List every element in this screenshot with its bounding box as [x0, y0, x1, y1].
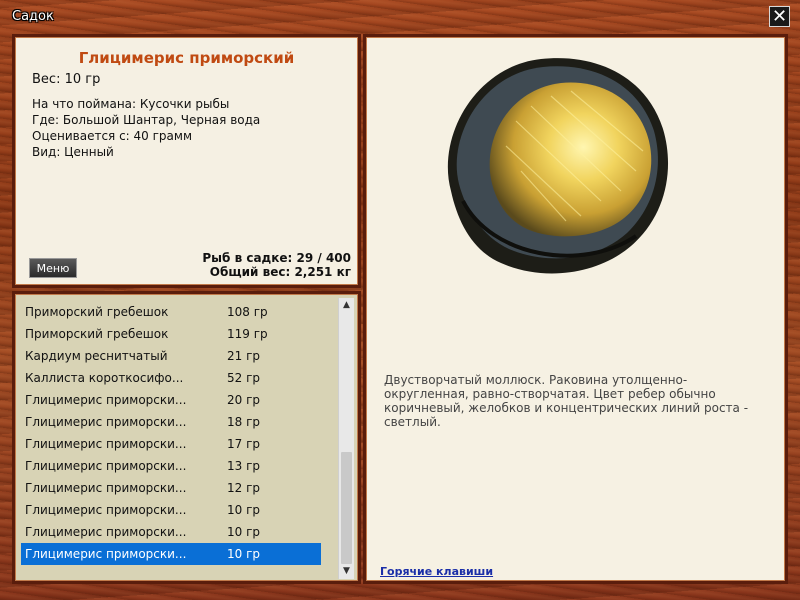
catch-item-weight: 20 гр: [227, 393, 261, 407]
catch-item-weight: 12 гр: [227, 481, 261, 495]
catch-item-name: Глицимерис приморски...: [25, 481, 187, 495]
catch-list-item[interactable]: Кардиум реснитчатый 21 гр: [21, 345, 321, 367]
catch-item-weight: 18 гр: [227, 415, 261, 429]
catch-item-name: Глицимерис приморски...: [25, 503, 187, 517]
scrollbar[interactable]: ▲ ▼: [338, 298, 354, 579]
catch-item-name: Глицимерис приморски...: [25, 393, 187, 407]
catch-item-weight: 17 гр: [227, 437, 261, 451]
catch-list-item[interactable]: Глицимерис приморски... 10 гр: [21, 521, 321, 543]
catch-item-name: Приморский гребешок: [25, 305, 169, 319]
catch-item-weight: 10 гр: [227, 503, 261, 517]
scroll-up-arrow-icon[interactable]: ▲: [339, 298, 354, 313]
catch-item-name: Приморский гребешок: [25, 327, 169, 341]
catch-list-item[interactable]: Приморский гребешок 119 гр: [21, 323, 321, 345]
caught-with: На что поймана: Кусочки рыбы: [32, 97, 230, 111]
catch-item-weight: 13 гр: [227, 459, 261, 473]
catch-list-item[interactable]: Глицимерис приморски... 18 гр: [21, 411, 321, 433]
catch-list-item[interactable]: Глицимерис приморски... 10 гр: [21, 499, 321, 521]
fish-detail-panel: Двустворчатый моллюск. Раковина утолщенн…: [363, 34, 788, 584]
fish-weight: Вес: 10 гр: [32, 72, 101, 87]
catch-list-item[interactable]: Глицимерис приморски... 17 гр: [21, 433, 321, 455]
catch-list-item[interactable]: Глицимерис приморски... 13 гр: [21, 455, 321, 477]
catch-item-weight: 21 гр: [227, 349, 261, 363]
keepnet-stats: Рыб в садке: 29 / 400 Общий вес: 2,251 к…: [202, 251, 351, 279]
catch-item-weight: 119 гр: [227, 327, 268, 341]
catch-item-name: Глицимерис приморски...: [25, 547, 187, 561]
shell-image: [447, 58, 669, 274]
scroll-down-arrow-icon[interactable]: ▼: [339, 564, 354, 579]
catch-list: Приморский гребешок 108 гр Приморский греб…: [21, 301, 321, 565]
hotkeys-link[interactable]: Горячие клавиши: [380, 565, 493, 578]
catch-item-name: Каллиста короткосифо...: [25, 371, 184, 385]
catch-list-panel: Приморский гребешок 108 гр Приморский греб…: [12, 291, 361, 584]
fish-kind: Вид: Ценный: [32, 145, 114, 159]
valued-from: Оценивается с: 40 грамм: [32, 129, 192, 143]
catch-item-weight: 10 гр: [227, 547, 261, 561]
fish-name: Глицимерис приморский: [78, 49, 295, 67]
catch-item-name: Глицимерис приморски...: [25, 437, 187, 451]
catch-item-name: Глицимерис приморски...: [25, 415, 187, 429]
catch-list-item[interactable]: Глицимерис приморски... 20 гр: [21, 389, 321, 411]
close-icon: ✕: [771, 6, 788, 27]
fish-count: Рыб в садке: 29 / 400: [202, 251, 351, 265]
catch-list-item[interactable]: Каллиста короткосифо... 52 гр: [21, 367, 321, 389]
catch-list-item[interactable]: Глицимерис приморски... 10 гр: [21, 543, 321, 565]
title-bar: Садок ✕: [0, 0, 800, 34]
catch-item-weight: 108 гр: [227, 305, 268, 319]
catch-list-item[interactable]: Глицимерис приморски... 12 гр: [21, 477, 321, 499]
close-button[interactable]: ✕: [769, 6, 790, 27]
fish-description: Двустворчатый моллюск. Раковина утолщенн…: [384, 373, 749, 429]
location: Где: Большой Шантар, Черная вода: [32, 113, 261, 127]
catch-item-name: Глицимерис приморски...: [25, 459, 187, 473]
fish-info-panel: Глицимерис приморский Вес: 10 гр На что …: [12, 34, 361, 288]
catch-item-weight: 52 гр: [227, 371, 261, 385]
window-title: Садок: [12, 9, 54, 24]
catch-item-name: Кардиум реснитчатый: [25, 349, 168, 363]
catch-item-name: Глицимерис приморски...: [25, 525, 187, 539]
catch-list-item[interactable]: Приморский гребешок 108 гр: [21, 301, 321, 323]
scrollbar-thumb[interactable]: [341, 452, 352, 564]
menu-button[interactable]: Меню: [29, 258, 77, 278]
catch-item-weight: 10 гр: [227, 525, 261, 539]
total-weight: Общий вес: 2,251 кг: [209, 265, 351, 279]
